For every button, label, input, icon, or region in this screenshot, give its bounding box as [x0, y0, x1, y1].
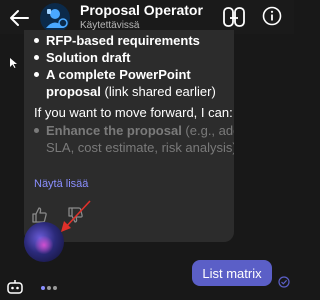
- bot-message-bubble: RFP-based requirements Solution draft A …: [24, 30, 234, 242]
- followup-text: If you want to move forward, I can:: [34, 105, 233, 120]
- annotation-arrow-icon: [61, 200, 91, 232]
- list-item: RFP-based requirements: [34, 32, 234, 49]
- list-item: Enhance the proposal (e.g., add SLA, cos…: [34, 122, 234, 156]
- list-item: A complete PowerPoint proposal (link sha…: [34, 66, 234, 100]
- chat-title: Proposal Operator: [80, 2, 203, 18]
- info-icon[interactable]: [262, 6, 282, 26]
- list-item: Solution draft: [34, 49, 234, 66]
- user-message-text: List matrix: [202, 265, 262, 281]
- bot-avatar-icon[interactable]: [40, 3, 70, 33]
- user-message-bubble: List matrix: [192, 260, 272, 286]
- back-arrow-icon[interactable]: [8, 8, 30, 28]
- typing-indicator-icon: [41, 286, 57, 290]
- bot-icon: [7, 280, 23, 294]
- copilot-icon[interactable]: [222, 6, 246, 28]
- mouse-cursor-icon: [10, 58, 17, 68]
- bullet-list: RFP-based requirements Solution draft A …: [34, 32, 234, 100]
- read-receipt-icon: [278, 276, 290, 288]
- chat-header: Proposal Operator Käytettävissä: [0, 0, 294, 34]
- show-more-link[interactable]: Näytä lisää: [34, 178, 88, 190]
